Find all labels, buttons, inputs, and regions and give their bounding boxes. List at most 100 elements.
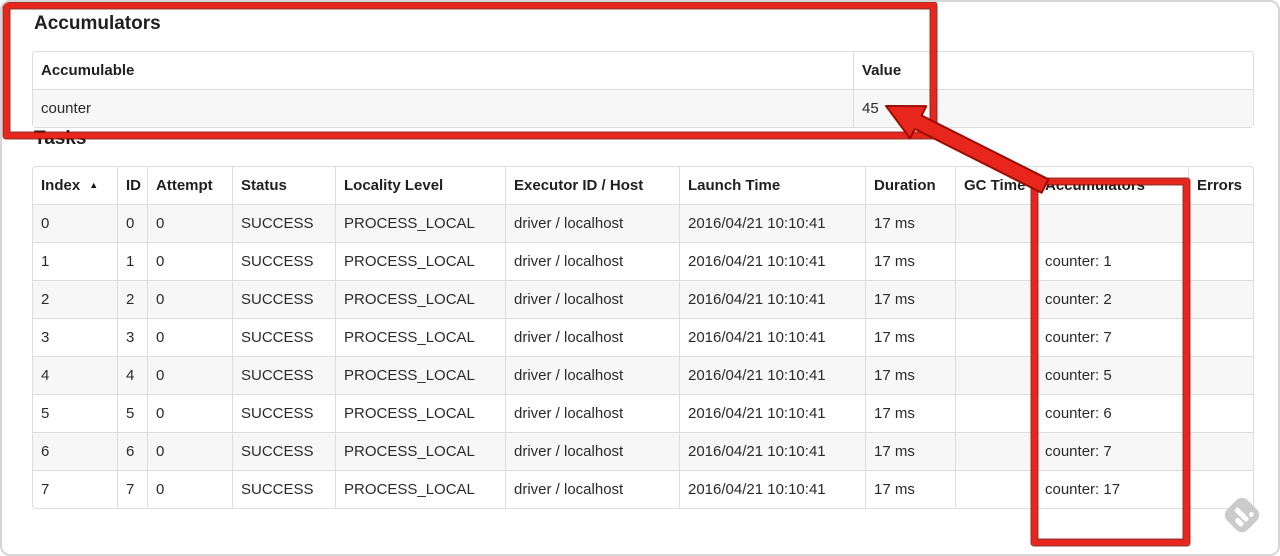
task-cell-attempt: 0 [147,432,232,470]
task-cell-locality-level: PROCESS_LOCAL [335,318,505,356]
task-cell-errors [1188,394,1253,432]
task-row: 3 3 0 SUCCESS PROCESS_LOCAL driver / localhos… [33,318,1253,356]
task-cell-accumulators: counter: 2 [1036,280,1188,318]
task-cell-duration: 17 ms [865,242,955,280]
accumulable-name-cell: counter [33,89,853,127]
task-cell-executor-id-host: driver / localhost [505,470,679,508]
task-cell-status: SUCCESS [232,470,335,508]
task-cell-accumulators: counter: 17 [1036,470,1188,508]
task-cell-attempt: 0 [147,204,232,242]
task-cell-accumulators [1036,204,1188,242]
task-cell-locality-level: PROCESS_LOCAL [335,204,505,242]
task-cell-gc-time [955,470,1036,508]
col-header-index[interactable]: Index ▲ [33,167,117,204]
task-row: 6 6 0 SUCCESS PROCESS_LOCAL driver / localhos… [33,432,1253,470]
accumulators-table: Accumulable Value counter 45 [32,51,1254,128]
task-cell-duration: 17 ms [865,356,955,394]
task-cell-executor-id-host: driver / localhost [505,242,679,280]
col-header-gc-time[interactable]: GC Time [955,167,1036,204]
col-header-index-label: Index [41,177,81,194]
task-cell-locality-level: PROCESS_LOCAL [335,356,505,394]
task-cell-index: 1 [33,242,117,280]
accumulable-value-cell: 45 [853,89,1253,127]
task-cell-duration: 17 ms [865,394,955,432]
col-header-executor-id-host[interactable]: Executor ID / Host [505,167,679,204]
task-cell-duration: 17 ms [865,432,955,470]
task-row: 4 4 0 SUCCESS PROCESS_LOCAL driver / localhos… [33,356,1253,394]
task-cell-attempt: 0 [147,356,232,394]
task-cell-errors [1188,242,1253,280]
task-cell-id: 1 [117,242,147,280]
task-cell-status: SUCCESS [232,318,335,356]
task-cell-gc-time [955,204,1036,242]
task-cell-status: SUCCESS [232,242,335,280]
task-cell-attempt: 0 [147,280,232,318]
task-cell-accumulators: counter: 6 [1036,394,1188,432]
task-cell-errors [1188,356,1253,394]
task-cell-launch-time: 2016/04/21 10:10:41 [679,356,865,394]
task-cell-locality-level: PROCESS_LOCAL [335,280,505,318]
sort-asc-icon: ▲ [89,180,99,190]
task-cell-id: 6 [117,432,147,470]
task-cell-errors [1188,470,1253,508]
task-cell-duration: 17 ms [865,280,955,318]
task-cell-attempt: 0 [147,318,232,356]
col-header-errors[interactable]: Errors [1188,167,1253,204]
task-row: 5 5 0 SUCCESS PROCESS_LOCAL driver / localhos… [33,394,1253,432]
task-cell-launch-time: 2016/04/21 10:10:41 [679,280,865,318]
task-cell-errors [1188,280,1253,318]
task-cell-status: SUCCESS [232,432,335,470]
task-cell-launch-time: 2016/04/21 10:10:41 [679,204,865,242]
task-cell-launch-time: 2016/04/21 10:10:41 [679,318,865,356]
col-header-launch-time[interactable]: Launch Time [679,167,865,204]
task-cell-accumulators: counter: 7 [1036,432,1188,470]
page-content: Accumulators Accumulable Value counter 4… [2,2,1278,509]
task-cell-launch-time: 2016/04/21 10:10:41 [679,394,865,432]
task-cell-launch-time: 2016/04/21 10:10:41 [679,470,865,508]
col-header-locality-level[interactable]: Locality Level [335,167,505,204]
task-cell-launch-time: 2016/04/21 10:10:41 [679,432,865,470]
task-cell-locality-level: PROCESS_LOCAL [335,470,505,508]
task-cell-executor-id-host: driver / localhost [505,356,679,394]
task-cell-locality-level: PROCESS_LOCAL [335,242,505,280]
task-cell-errors [1188,204,1253,242]
task-cell-index: 5 [33,394,117,432]
task-cell-id: 5 [117,394,147,432]
accumulators-section-title: Accumulators [34,13,161,34]
task-cell-attempt: 0 [147,394,232,432]
task-cell-gc-time [955,432,1036,470]
task-cell-executor-id-host: driver / localhost [505,204,679,242]
task-cell-id: 4 [117,356,147,394]
col-header-duration[interactable]: Duration [865,167,955,204]
task-cell-gc-time [955,356,1036,394]
task-cell-errors [1188,318,1253,356]
accumulator-row: counter 45 [33,89,1253,127]
task-cell-id: 2 [117,280,147,318]
task-cell-accumulators: counter: 7 [1036,318,1188,356]
col-header-status[interactable]: Status [232,167,335,204]
tasks-table: Index ▲ ID Attempt Status Locality Level … [32,166,1254,509]
col-header-id[interactable]: ID [117,167,147,204]
task-cell-index: 3 [33,318,117,356]
task-cell-duration: 17 ms [865,470,955,508]
task-cell-accumulators: counter: 5 [1036,356,1188,394]
task-cell-gc-time [955,318,1036,356]
col-header-accumulators[interactable]: Accumulators [1036,167,1188,204]
tasks-header-row: Index ▲ ID Attempt Status Locality Level … [33,167,1253,204]
accumulators-header-row: Accumulable Value [33,52,1253,89]
task-cell-index: 7 [33,470,117,508]
task-cell-index: 0 [33,204,117,242]
task-cell-status: SUCCESS [232,394,335,432]
task-cell-index: 2 [33,280,117,318]
task-cell-locality-level: PROCESS_LOCAL [335,432,505,470]
task-row: 1 1 0 SUCCESS PROCESS_LOCAL driver / localhos… [33,242,1253,280]
task-cell-id: 3 [117,318,147,356]
task-cell-index: 4 [33,356,117,394]
task-cell-id: 7 [117,470,147,508]
task-row: 0 0 0 SUCCESS PROCESS_LOCAL driver / localhos… [33,204,1253,242]
task-cell-status: SUCCESS [232,356,335,394]
task-cell-status: SUCCESS [232,204,335,242]
spark-ui-stage-page: Accumulators Accumulable Value counter 4… [0,0,1280,556]
task-cell-launch-time: 2016/04/21 10:10:41 [679,242,865,280]
col-header-attempt[interactable]: Attempt [147,167,232,204]
